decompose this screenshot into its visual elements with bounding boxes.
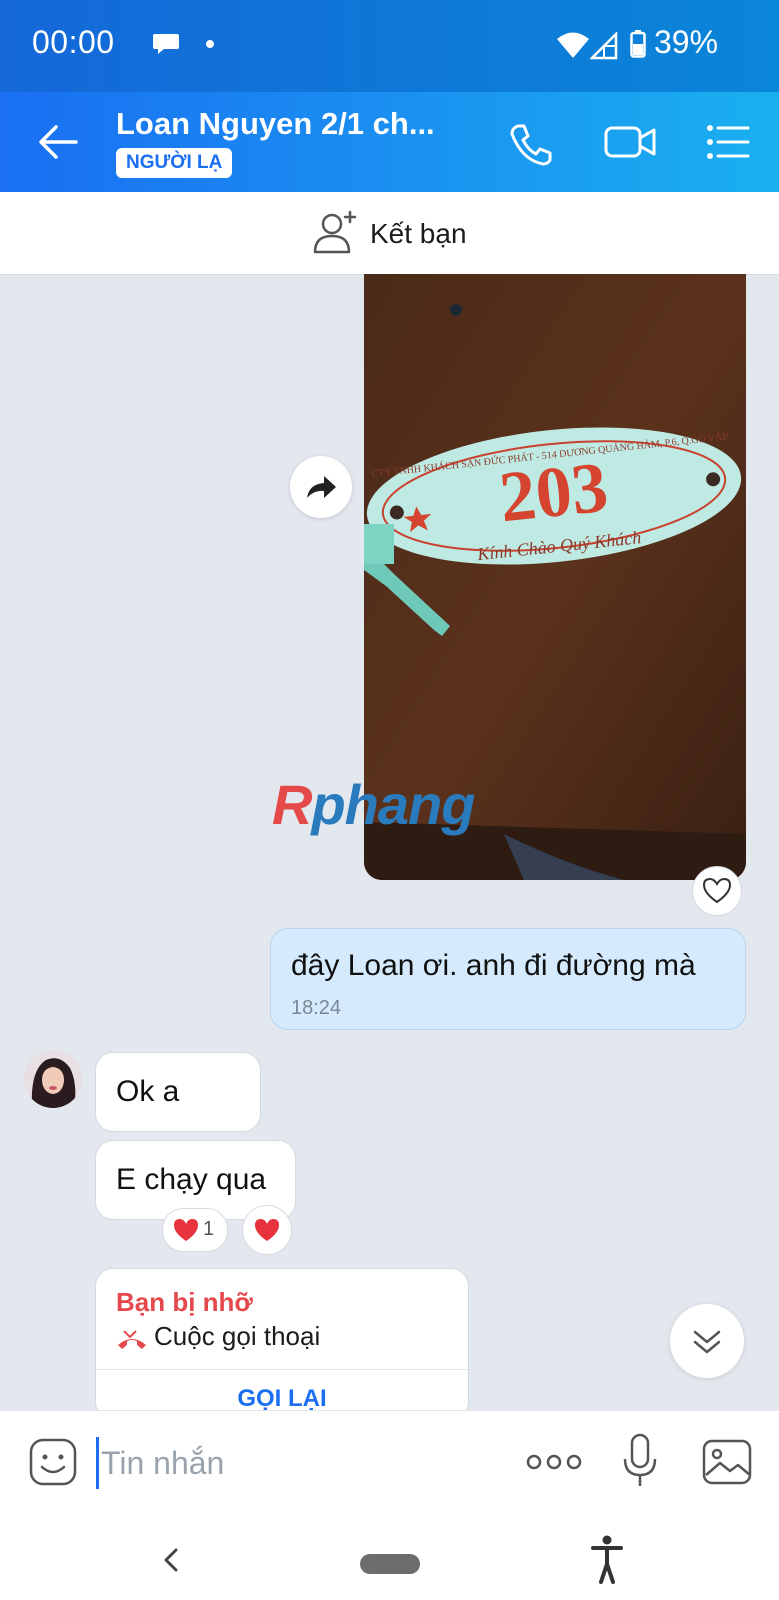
reaction-count: 1 [203, 1218, 215, 1240]
message-input-bar [0, 1410, 779, 1521]
chat-header: Loan Nguyen 2/1 ch... NGƯỜI LẠ [0, 92, 779, 192]
call-type: Cuộc gọi thoại [154, 1321, 321, 1351]
avatar[interactable] [24, 1050, 82, 1108]
call-back-button[interactable]: GỌI LẠI [96, 1385, 468, 1413]
status-time: 00:00 [32, 24, 115, 60]
status-bar: 00:00 39% [0, 0, 779, 92]
heart-reaction-icon[interactable] [692, 866, 742, 916]
more-options-icon[interactable] [526, 1449, 582, 1475]
notification-dot [206, 40, 214, 48]
received-message-text: E chạy qua [116, 1163, 267, 1196]
menu-list-icon[interactable] [706, 124, 750, 160]
forward-icon[interactable] [290, 456, 352, 518]
sent-message-text: đây Loan ơi. anh đi đường mà [291, 949, 696, 982]
contact-name[interactable]: Loan Nguyen 2/1 ch... [116, 106, 435, 142]
message-timestamp: 18:24 [291, 997, 342, 1019]
voice-call-icon[interactable] [508, 122, 554, 166]
add-friend-icon [313, 210, 357, 254]
back-arrow-icon[interactable] [36, 122, 80, 162]
sticker-icon[interactable] [28, 1437, 78, 1487]
video-call-icon[interactable] [604, 122, 656, 162]
image-gallery-icon[interactable] [702, 1439, 752, 1485]
heart-icon [174, 1219, 198, 1241]
battery-icon [630, 30, 646, 58]
cellular-signal-icon [590, 32, 618, 60]
stranger-badge: NGƯỜI LẠ [116, 148, 233, 178]
received-message-bubble[interactable]: Ok a [95, 1052, 261, 1132]
nav-home-pill[interactable] [360, 1554, 420, 1574]
heart-icon [255, 1219, 279, 1241]
system-navigation-bar [0, 1520, 779, 1600]
watermark: Rphang [272, 773, 475, 836]
microphone-icon[interactable] [622, 1433, 658, 1489]
missed-call-icon [118, 1330, 146, 1349]
add-friend-label: Kết bạn [370, 218, 467, 249]
accessibility-icon[interactable] [590, 1534, 624, 1584]
battery-percentage: 39% [654, 24, 719, 60]
chat-notification-icon [153, 34, 179, 54]
divider [96, 1369, 468, 1370]
add-reaction-button[interactable] [242, 1205, 292, 1255]
add-friend-bar[interactable]: Kết bạn [0, 192, 779, 275]
wifi-icon [557, 32, 589, 58]
reaction-count-badge[interactable]: 1 [162, 1208, 228, 1252]
message-input[interactable] [96, 1437, 483, 1489]
scroll-to-bottom-icon[interactable] [670, 1304, 744, 1378]
received-message-text: Ok a [116, 1075, 180, 1108]
sent-message-bubble[interactable]: đây Loan ơi. anh đi đường mà 18:24 [270, 928, 746, 1030]
missed-call-status: Bạn bị nhỡ [116, 1287, 253, 1317]
nav-back-icon[interactable] [158, 1540, 182, 1580]
missed-call-card: Bạn bị nhỡ Cuộc gọi thoại GỌI LẠI [95, 1268, 469, 1420]
